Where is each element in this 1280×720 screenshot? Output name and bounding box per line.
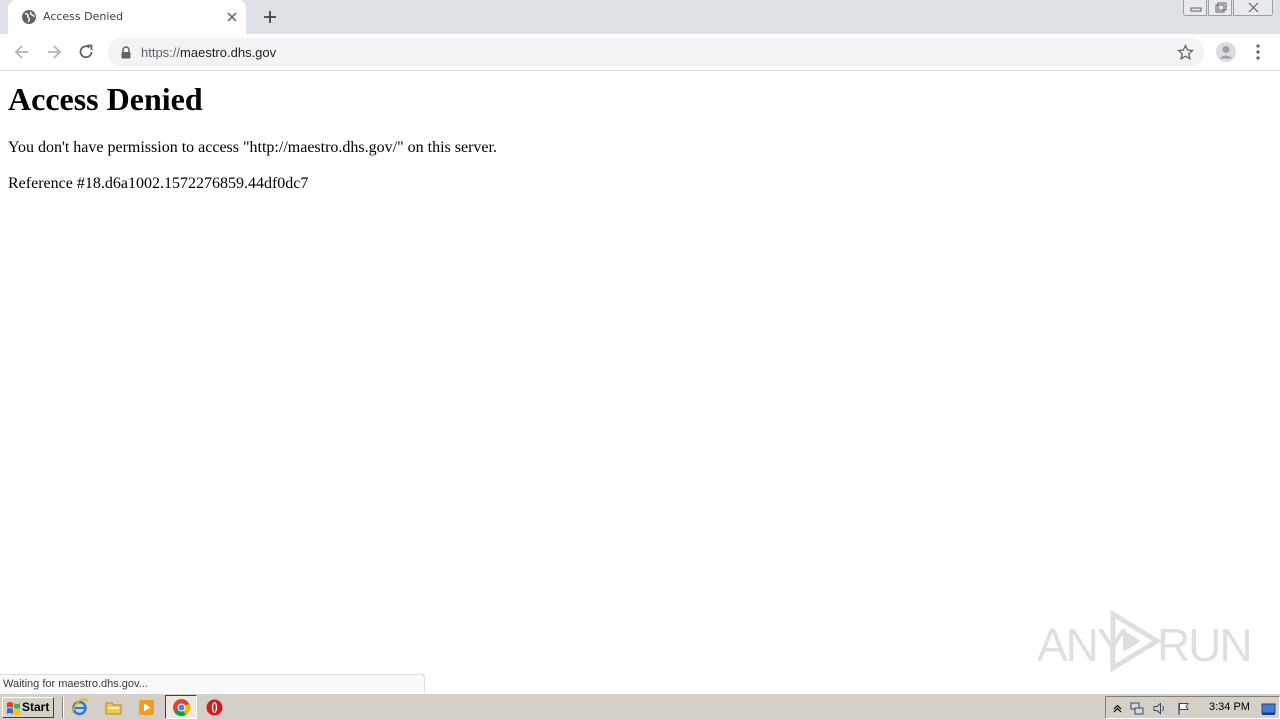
- lock-icon[interactable]: [120, 46, 132, 59]
- page-content: Access Denied You don't have permission …: [0, 72, 1280, 692]
- taskbar-separator: [62, 697, 64, 718]
- close-icon[interactable]: [224, 9, 240, 25]
- start-label: Start: [22, 700, 50, 714]
- watermark-text-right: RUN: [1157, 619, 1253, 671]
- url-host: maestro.dhs.gov: [180, 45, 277, 60]
- taskbar-item-chrome[interactable]: [165, 695, 197, 719]
- url-text[interactable]: https://maestro.dhs.gov: [141, 45, 276, 60]
- browser-toolbar: https://maestro.dhs.gov: [0, 34, 1280, 71]
- minimize-icon: [1190, 7, 1202, 12]
- back-icon[interactable]: [12, 42, 32, 62]
- profile-avatar-icon[interactable]: [1215, 41, 1237, 63]
- address-bar[interactable]: https://maestro.dhs.gov: [108, 38, 1204, 67]
- chevron-up-icon[interactable]: [1110, 701, 1125, 716]
- play-icon: [1110, 610, 1162, 672]
- windows-logo-icon: [7, 702, 20, 715]
- restore-button[interactable]: [1208, 0, 1232, 16]
- taskbar: Start 3:34 PM: [0, 693, 1280, 720]
- tab-strip: Access Denied: [0, 0, 1280, 34]
- window-close-button[interactable]: [1233, 0, 1273, 16]
- tab-title: Access Denied: [43, 10, 124, 23]
- system-tray: 3:34 PM: [1105, 696, 1280, 719]
- taskbar-clock[interactable]: 3:34 PM: [1209, 701, 1250, 713]
- show-desktop-icon[interactable]: [1261, 701, 1276, 716]
- network-icon[interactable]: [1129, 701, 1144, 716]
- forward-icon[interactable]: [44, 42, 64, 62]
- restore-icon: [1215, 2, 1227, 13]
- chrome-icon: [173, 699, 191, 717]
- action-center-flag-icon[interactable]: [1176, 701, 1191, 716]
- globe-icon: [22, 10, 36, 24]
- file-explorer-icon[interactable]: [104, 698, 123, 717]
- start-button[interactable]: Start: [2, 697, 54, 718]
- new-tab-icon[interactable]: [260, 7, 280, 27]
- url-scheme: https://: [141, 45, 181, 60]
- bookmark-star-icon[interactable]: [1177, 44, 1194, 61]
- tab-access-denied[interactable]: Access Denied: [8, 0, 246, 34]
- reload-icon[interactable]: [76, 42, 96, 62]
- media-player-icon[interactable]: [137, 698, 156, 717]
- anyrun-watermark: ANY RUN: [1037, 608, 1253, 674]
- reference-id: Reference #18.d6a1002.1572276859.44df0dc…: [8, 175, 309, 192]
- opera-icon[interactable]: [205, 698, 224, 717]
- minimize-button[interactable]: [1183, 0, 1207, 16]
- more-menu-icon[interactable]: [1250, 43, 1266, 61]
- volume-icon[interactable]: [1152, 701, 1167, 716]
- status-bar: Waiting for maestro.dhs.gov...: [0, 674, 425, 693]
- error-message: You don't have permission to access "htt…: [8, 139, 497, 156]
- page-title: Access Denied: [8, 81, 203, 117]
- window-close-icon: [1248, 2, 1259, 13]
- internet-explorer-icon[interactable]: [70, 698, 89, 717]
